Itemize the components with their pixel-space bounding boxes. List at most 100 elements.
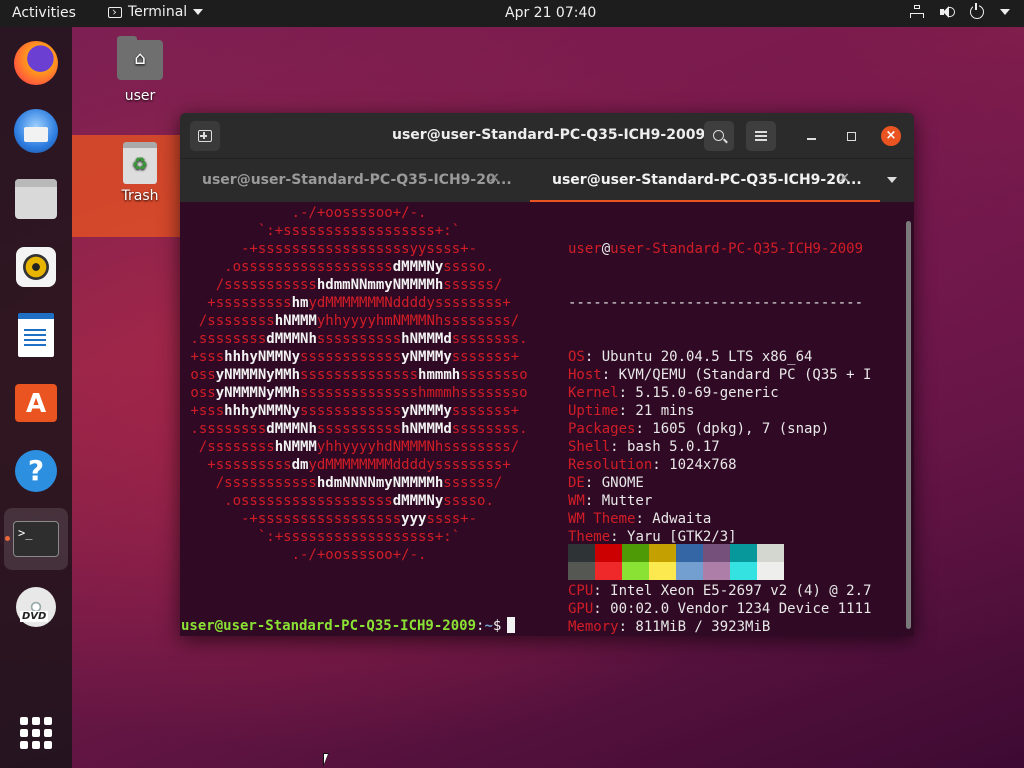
dock-ubuntu-software[interactable]: A — [10, 377, 62, 429]
power-icon[interactable] — [970, 3, 984, 19]
terminal-icon: >_ — [13, 521, 59, 557]
color-swatch — [730, 544, 757, 562]
logo-line: +ssssssssshmydMMMMMMMNddddyssssssss+ — [182, 295, 511, 311]
info-row: OS: Ubuntu 20.04.5 LTS x86_64 — [568, 349, 813, 365]
volume-icon[interactable] — [940, 5, 955, 19]
logo-line: ossyNMMMNyMMhsssssssssssssshmmmhssssssso — [182, 385, 528, 401]
info-row: Packages: 1605 (dpkg), 7 (snap) — [568, 421, 830, 437]
trash-icon — [123, 142, 157, 184]
chevron-down-icon — [193, 9, 204, 15]
dock-thunderbird[interactable] — [10, 105, 62, 157]
ubuntu-software-icon: A — [15, 384, 57, 422]
scrollbar[interactable] — [906, 221, 911, 629]
logo-line: .-/+oossssoo+/-. — [182, 205, 427, 221]
logo-line: `:+ssssssssssssssssss+:` — [182, 223, 461, 239]
logo-line: .ossssssssssssssssssdMMMNysssso. — [182, 493, 494, 509]
new-tab-icon — [198, 130, 212, 142]
info-row: Memory: 811MiB / 3923MiB — [568, 619, 771, 635]
top-bar: Activities Terminal Apr 21 07:40 — [0, 0, 1024, 27]
menu-icon — [755, 131, 767, 141]
color-swatch — [730, 562, 757, 580]
network-icon[interactable] — [910, 5, 924, 19]
firefox-icon — [14, 41, 58, 85]
tab-2-active[interactable]: user@user-Standard-PC-Q35-ICH9-20... × — [530, 159, 880, 202]
logo-line: +sssssssssdmydMMMMMMMMddddyssssssss+ — [182, 457, 511, 473]
dock-help[interactable]: ? — [10, 445, 62, 497]
color-swatch — [622, 544, 649, 562]
tabs-dropdown-icon[interactable] — [887, 177, 897, 183]
neofetch-ascii-logo: .-/+oossssoo+/-. `:+ssssssssssssssssss+:… — [182, 204, 528, 564]
info-row: Uptime: 21 mins — [568, 403, 695, 419]
help-icon: ? — [15, 450, 57, 492]
search-icon — [712, 129, 724, 141]
home-folder-icon — [117, 36, 163, 80]
dock-files[interactable] — [10, 173, 62, 225]
logo-line: `:+ssssssssssssssssss+:` — [182, 529, 461, 545]
tab-close-icon[interactable]: × — [488, 170, 500, 186]
logo-line: +ssshhhyNMMNyssssssssssssyNMMMysssssss+ — [182, 349, 520, 365]
tab-close-icon[interactable]: × — [838, 170, 850, 186]
color-swatch — [595, 562, 622, 580]
rhythmbox-icon — [16, 247, 56, 287]
info-header: user@user-Standard-PC-Q35-ICH9-2009 — [568, 241, 864, 257]
show-applications-button[interactable] — [10, 707, 62, 759]
info-row: WM: Mutter — [568, 493, 653, 509]
dock-firefox[interactable] — [10, 37, 62, 89]
close-button[interactable]: × — [876, 121, 906, 151]
system-menu-chevron-icon[interactable] — [1000, 9, 1010, 15]
maximize-button[interactable] — [836, 121, 866, 151]
hamburger-menu-button[interactable] — [746, 121, 776, 151]
dock-libreoffice-writer[interactable] — [10, 309, 62, 361]
tab-label: user@user-Standard-PC-Q35-ICH9-20... — [202, 172, 512, 188]
color-swatch — [568, 562, 595, 580]
shell-prompt[interactable]: user@user-Standard-PC-Q35-ICH9-2009:~$ — [181, 617, 516, 635]
info-row: Resolution: 1024x768 — [568, 457, 737, 473]
app-menu[interactable]: Terminal — [108, 4, 204, 20]
activities-button[interactable]: Activities — [12, 5, 76, 21]
color-swatch — [649, 544, 676, 562]
terminal-window[interactable]: user@user-Standard-PC-Q35-ICH9-2009: ~ ×… — [180, 113, 914, 636]
tab-1[interactable]: user@user-Standard-PC-Q35-ICH9-20... × — [180, 159, 530, 202]
clock[interactable]: Apr 21 07:40 — [505, 5, 596, 21]
color-swatch — [757, 544, 784, 562]
desktop-icon-label: user — [124, 88, 156, 104]
color-swatch — [649, 562, 676, 580]
thunderbird-icon — [14, 109, 58, 153]
window-titlebar[interactable]: user@user-Standard-PC-Q35-ICH9-2009: ~ × — [180, 113, 914, 158]
terminal-content[interactable]: .-/+oossssoo+/-. `:+ssssssssssssssssss+:… — [180, 202, 914, 636]
search-button[interactable] — [704, 121, 734, 151]
desktop-home-folder[interactable]: user — [105, 36, 175, 104]
color-swatch — [676, 562, 703, 580]
logo-line: .ossssssssssssssssssdMMMNysssso. — [182, 259, 494, 275]
dock-rhythmbox[interactable] — [10, 241, 62, 293]
close-icon: × — [881, 126, 901, 146]
logo-line: /sssssssshNMMMyhhyyyyhmNMMMNhssssssss/ — [182, 313, 520, 329]
color-swatch — [703, 562, 730, 580]
logo-line: /ssssssssssshdmNNNNmyNMMMMhssssss/ — [182, 475, 503, 491]
desktop-trash[interactable]: Trash — [105, 142, 175, 204]
system-tray[interactable] — [910, 3, 1010, 19]
dock-terminal[interactable]: >_ — [4, 508, 68, 570]
info-row: Host: KVM/QEMU (Standard PC (Q35 + I — [568, 367, 872, 383]
color-swatch — [622, 562, 649, 580]
maximize-icon — [846, 131, 856, 141]
dvd-icon: DVD — [16, 587, 56, 627]
window-title: user@user-Standard-PC-Q35-ICH9-2009: ~ — [392, 127, 728, 143]
tab-label: user@user-Standard-PC-Q35-ICH9-20... — [552, 172, 862, 188]
logo-line: .ssssssssdMMMNhsssssssssshNMMMdssssssss. — [182, 421, 528, 437]
files-icon — [15, 179, 57, 219]
info-row: WM Theme: Adwaita — [568, 511, 712, 527]
logo-line: +ssshhhyNMMNyssssssssssssyNMMMysssssss+ — [182, 403, 520, 419]
minimize-icon — [806, 138, 816, 140]
dock-dvd[interactable]: DVD — [10, 581, 62, 633]
desktop-icon-label: Trash — [121, 188, 159, 204]
logo-line: ossyNMMMNyMMhsssssssssssssshmmmhssssssso — [182, 367, 528, 383]
color-swatch — [757, 562, 784, 580]
logo-line: /sssssssshNMMMyhhyyyyhdNMMMNhssssssss/ — [182, 439, 520, 455]
minimize-button[interactable] — [796, 121, 826, 151]
dock: A ? >_ DVD — [0, 27, 72, 768]
info-row: GPU: 00:02.0 Vendor 1234 Device 1111 — [568, 601, 872, 617]
color-swatch — [703, 544, 730, 562]
color-palette — [568, 544, 784, 580]
new-tab-button[interactable] — [190, 121, 220, 151]
